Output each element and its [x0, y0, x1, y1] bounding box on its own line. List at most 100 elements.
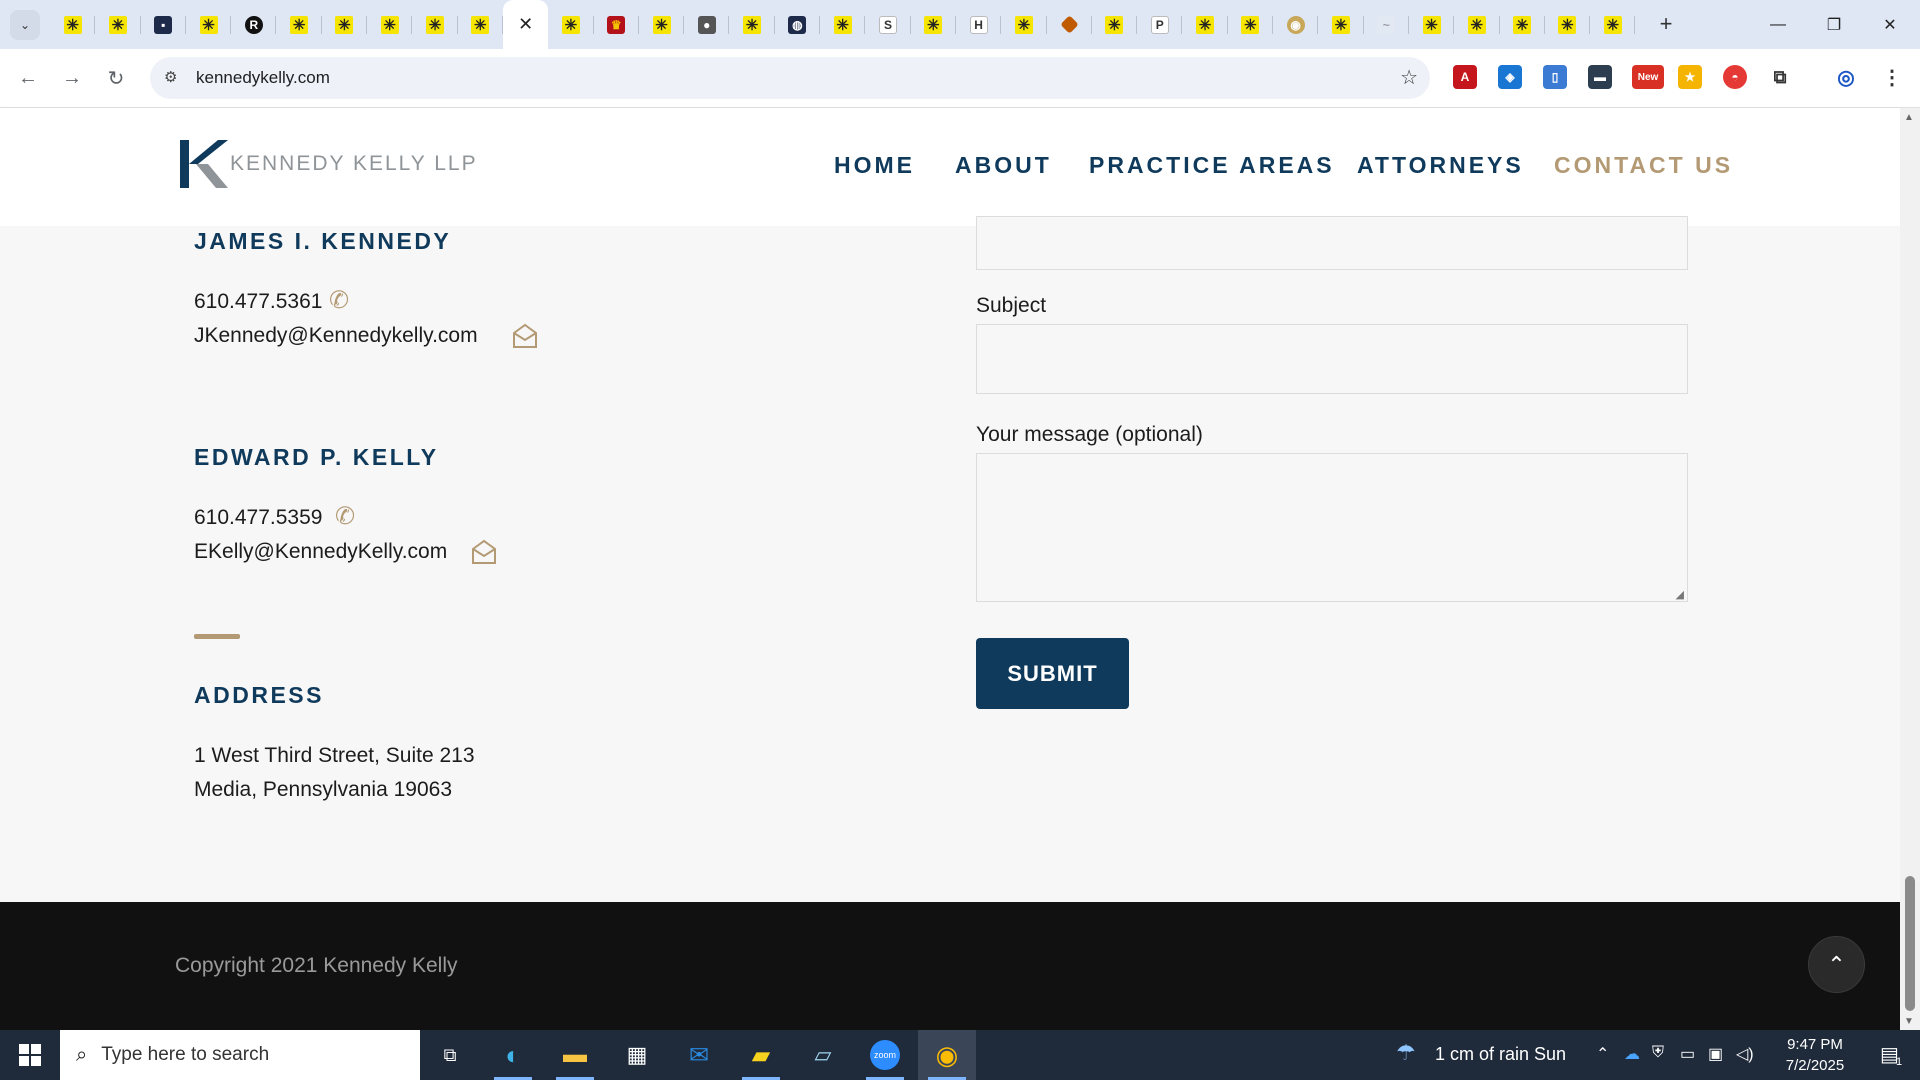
submit-button[interactable]: SUBMIT — [976, 638, 1129, 709]
browser-tab[interactable]: ✳ — [1228, 0, 1274, 49]
browser-tab[interactable]: ~ — [1364, 0, 1410, 49]
system-clock[interactable]: 9:47 PM 7/2/2025 — [1760, 1034, 1870, 1076]
browser-tab[interactable]: ✳ — [458, 0, 504, 49]
shield-extension-icon[interactable]: ◈ — [1498, 65, 1522, 89]
resize-handle-icon[interactable]: ◢ — [1676, 588, 1684, 601]
onedrive-cloud-icon[interactable]: ☁ — [1624, 1044, 1640, 1064]
browser-tab[interactable]: ✳ — [1092, 0, 1138, 49]
browser-tab[interactable]: ◍ — [775, 0, 821, 49]
address-bar[interactable]: ⚙ kennedykelly.com ☆ — [150, 57, 1430, 99]
browser-tab[interactable]: ◉ — [1273, 0, 1319, 49]
browser-tab[interactable]: ✳ — [639, 0, 685, 49]
message-textarea[interactable]: ◢ — [976, 453, 1688, 602]
browser-tab[interactable]: ✳ — [186, 0, 232, 49]
restore-button[interactable]: ❐ — [1806, 0, 1862, 49]
mail-icon: ✉ — [688, 1041, 710, 1069]
browser-tab[interactable]: ✳ — [729, 0, 776, 49]
browser-tab[interactable]: ✳ — [95, 0, 141, 49]
browser-tab[interactable]: ✳ — [1500, 0, 1546, 49]
star-extension-icon[interactable]: ★ — [1678, 65, 1702, 89]
nav-about[interactable]: ABOUT — [955, 152, 1052, 179]
tab-search-button[interactable]: ⌄ — [10, 10, 40, 40]
browser-tab[interactable]: ✳ — [820, 0, 866, 49]
chevron-up-icon[interactable]: ⌃ — [1596, 1044, 1609, 1064]
browser-tab[interactable]: ✳ — [367, 0, 413, 49]
browser-tab[interactable]: R — [231, 0, 277, 49]
logo-text[interactable]: KENNEDY KELLY LLP — [230, 152, 478, 176]
browser-tab[interactable]: ♛ — [594, 0, 640, 49]
nav-practice-areas[interactable]: PRACTICE AREAS — [1089, 152, 1335, 179]
browser-tab[interactable]: ✳ — [1409, 0, 1455, 49]
mail-app-button[interactable]: ✉ — [670, 1030, 728, 1080]
site-settings-icon[interactable]: ⚙ — [164, 68, 177, 86]
bookmark-star-icon[interactable]: ☆ — [1400, 65, 1418, 90]
browser-tab[interactable] — [1047, 0, 1093, 49]
browser-tab[interactable]: P — [1137, 0, 1183, 49]
security-icon[interactable]: ⛨ — [1652, 1044, 1664, 1062]
browser-tab[interactable]: ● — [684, 0, 730, 49]
task-view-button[interactable]: ⧉ — [421, 1030, 479, 1080]
kennedy-kelly-logo-icon[interactable] — [178, 138, 230, 190]
browser-tab[interactable]: ▪ — [141, 0, 187, 49]
scroll-to-top-button[interactable]: ⌃ — [1808, 936, 1865, 993]
volume-icon[interactable]: ◁) — [1736, 1044, 1754, 1064]
url-text[interactable]: kennedykelly.com — [196, 68, 330, 88]
close-tab-icon[interactable]: ✕ — [518, 14, 533, 35]
chrome-app-button[interactable]: ◉ — [918, 1030, 976, 1080]
extensions-puzzle-icon[interactable]: ⧉ — [1768, 65, 1792, 89]
battery-icon[interactable]: ▭ — [1680, 1044, 1695, 1064]
more-menu-icon[interactable]: ⋮ — [1880, 65, 1904, 89]
browser-tab[interactable]: ✳ — [1001, 0, 1047, 49]
network-icon[interactable]: ▣ — [1708, 1044, 1723, 1064]
folder-extension-icon[interactable]: ▬ — [1588, 65, 1612, 89]
contact-phone[interactable]: 610.477.5361 — [194, 290, 322, 314]
scroll-up-arrow-icon[interactable]: ▲ — [1904, 112, 1914, 123]
email-field[interactable] — [976, 216, 1688, 270]
browser-tab[interactable]: ✳ — [1318, 0, 1364, 49]
edge-app-button[interactable]: ◐ — [484, 1030, 542, 1080]
back-button[interactable]: ← — [12, 62, 44, 94]
store-app-button[interactable]: ▦ — [608, 1030, 666, 1080]
contact-phone[interactable]: 610.477.5359 — [194, 506, 322, 530]
weather-text[interactable]: 1 cm of rain Sun — [1435, 1044, 1566, 1065]
contact-email[interactable]: EKelly@KennedyKelly.com — [194, 540, 447, 564]
browser-tab[interactable]: ✳ — [911, 0, 957, 49]
profile-avatar-icon[interactable]: ◎ — [1834, 65, 1858, 89]
sticky-notes-button[interactable]: ▰ — [732, 1030, 790, 1080]
browser-tab[interactable]: ✳ — [1545, 0, 1591, 49]
close-window-button[interactable]: ✕ — [1862, 0, 1918, 49]
zoom-app-button[interactable]: zoom — [856, 1030, 914, 1080]
notepad-app-button[interactable]: ▱ — [794, 1030, 852, 1080]
minimize-button[interactable]: — — [1750, 0, 1806, 49]
nav-contact-us[interactable]: CONTACT US — [1554, 152, 1733, 179]
document-extension-icon[interactable]: ▯ — [1543, 65, 1567, 89]
new-badge-extension-icon[interactable]: New — [1632, 65, 1664, 89]
forward-button[interactable]: → — [56, 62, 88, 94]
nav-home[interactable]: HOME — [834, 152, 915, 179]
scrollbar-thumb[interactable] — [1905, 876, 1915, 1011]
pdf-extension-icon[interactable]: A — [1453, 65, 1477, 89]
new-tab-button[interactable]: + — [1650, 8, 1682, 40]
browser-tab[interactable]: ✳ — [1590, 0, 1636, 49]
pokeball-extension-icon[interactable]: ◓ — [1723, 65, 1747, 89]
browser-tab[interactable]: S — [865, 0, 911, 49]
browser-tab[interactable]: ✳ — [276, 0, 323, 49]
scroll-down-arrow-icon[interactable]: ▼ — [1904, 1016, 1914, 1027]
page-scrollbar[interactable]: ▲ ▼ — [1900, 108, 1920, 1030]
nav-attorneys[interactable]: ATTORNEYS — [1357, 152, 1524, 179]
subject-input[interactable] — [976, 324, 1688, 394]
browser-tab[interactable]: ✳ — [1454, 0, 1500, 49]
start-button[interactable] — [0, 1030, 60, 1080]
browser-tab[interactable]: H — [956, 0, 1002, 49]
reload-button[interactable]: ↻ — [100, 62, 132, 94]
rain-umbrella-icon: ☂ — [1396, 1040, 1416, 1065]
browser-tab[interactable]: ✳ — [412, 0, 458, 49]
browser-tab[interactable]: ✳ — [1182, 0, 1229, 49]
browser-tab[interactable]: ✳ — [50, 0, 96, 49]
browser-tab[interactable]: ✳ — [548, 0, 594, 49]
file-explorer-button[interactable]: ▬ — [546, 1030, 604, 1080]
contact-email[interactable]: JKennedy@Kennedykelly.com — [194, 324, 478, 348]
browser-tab[interactable]: ✳ — [322, 0, 368, 49]
active-browser-tab[interactable]: ✕ — [502, 0, 549, 49]
taskbar-search-box[interactable]: ⌕ Type here to search — [60, 1030, 420, 1080]
